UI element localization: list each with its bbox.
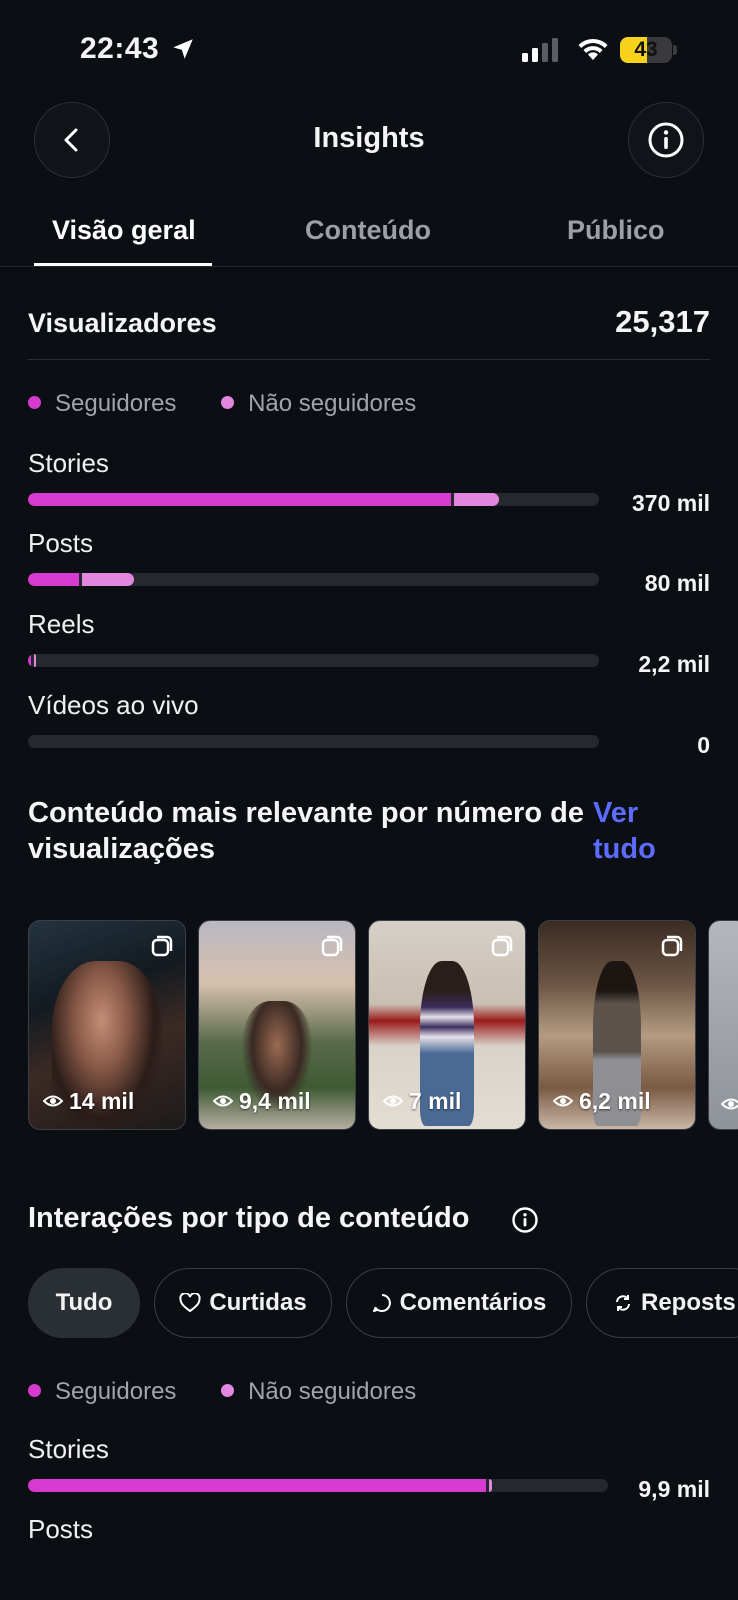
- bar-value: 370 mil: [632, 490, 710, 516]
- bar-value: 2,2 mil: [638, 651, 710, 677]
- content-thumbnail[interactable]: 9,4 mil: [198, 920, 356, 1130]
- followers-dot: [28, 396, 41, 410]
- battery-indicator: 43: [620, 37, 672, 63]
- followers-segment: [28, 654, 31, 667]
- tab-overview[interactable]: Visão geral: [52, 215, 196, 246]
- eye-icon: [552, 1095, 574, 1107]
- top-nav: Insights: [0, 100, 738, 180]
- bar-track: [28, 735, 599, 748]
- viewers-header: Visualizadores 25,317: [28, 300, 710, 360]
- view-count-text: 7 mil: [409, 1088, 462, 1114]
- filter-likes[interactable]: Curtidas: [154, 1268, 332, 1338]
- non-followers-segment: [489, 1479, 493, 1492]
- eye-icon: [721, 1098, 738, 1110]
- bar-track: [28, 493, 599, 506]
- heart-icon: [179, 1293, 201, 1313]
- viewers-row-live: Vídeos ao vivo 0: [28, 690, 710, 770]
- info-icon[interactable]: [511, 1206, 539, 1234]
- tab-content[interactable]: Conteúdo: [305, 215, 431, 246]
- bar-label: Vídeos ao vivo: [28, 690, 199, 720]
- non-followers-dot: [221, 396, 235, 410]
- content-thumbnail[interactable]: 14 mil: [28, 920, 186, 1130]
- view-count-text: 14 mil: [69, 1088, 135, 1114]
- legend-non-followers: Não seguidores: [248, 390, 417, 417]
- bar-value: 0: [697, 732, 710, 758]
- tab-audience[interactable]: Público: [567, 215, 665, 246]
- repost-icon: [616, 1295, 630, 1311]
- followers-segment: [28, 573, 80, 586]
- bar-label: Posts: [28, 1514, 94, 1544]
- legend-non-followers: Não seguidores: [248, 1378, 417, 1405]
- see-all-link[interactable]: Ver tudo: [593, 795, 683, 867]
- view-count: 14 mil: [42, 1088, 135, 1115]
- interaction-filters: Tudo Curtidas Comentários Reposts: [28, 1268, 738, 1340]
- info-icon: [648, 122, 684, 158]
- view-count: 7 mil: [382, 1088, 462, 1115]
- bar-value: 80 mil: [644, 570, 710, 596]
- filter-likes-label: Curtidas: [209, 1289, 307, 1316]
- view-count: 6,2 mil: [552, 1088, 651, 1115]
- carousel-icon: [661, 935, 683, 957]
- bar-label: Stories: [28, 1434, 109, 1464]
- content-thumbnail-partial[interactable]: [708, 920, 738, 1130]
- non-followers-segment: [82, 573, 134, 586]
- bar-track: [28, 573, 599, 586]
- eye-icon: [212, 1095, 234, 1107]
- viewers-row-stories: Stories 370 mil: [28, 448, 710, 528]
- viewers-total: 25,317: [615, 304, 710, 339]
- content-thumbnail[interactable]: 7 mil: [368, 920, 526, 1130]
- eye-icon: [382, 1095, 404, 1107]
- content-carousel[interactable]: 14 mil 9,4 mil 7 mil 6,2 mil: [28, 920, 738, 1132]
- legend-followers: Seguidores: [55, 390, 177, 417]
- interactions-legend: Seguidores Não seguidores: [28, 1378, 454, 1408]
- carousel-icon: [491, 935, 513, 957]
- location-arrow-icon: [173, 39, 193, 59]
- most-relevant-title: Conteúdo mais relevante por número de vi…: [28, 797, 584, 865]
- wifi-icon: [578, 38, 608, 60]
- view-count: 9,4 mil: [212, 1088, 311, 1115]
- non-followers-segment: [453, 493, 500, 506]
- bar-label: Stories: [28, 448, 109, 478]
- followers-dot: [28, 1384, 41, 1398]
- tab-bar: Visão geral Conteúdo Público: [0, 205, 738, 267]
- carousel-icon: [321, 935, 343, 957]
- followers-segment: [28, 493, 451, 506]
- active-tab-indicator: [34, 263, 212, 266]
- bar-track: [28, 654, 599, 667]
- bar-track: [28, 1479, 608, 1492]
- content-thumbnail[interactable]: 6,2 mil: [538, 920, 696, 1130]
- interactions-title: Interações por tipo de conteúdo: [28, 1202, 470, 1234]
- bar-label: Posts: [28, 528, 94, 558]
- carousel-icon: [151, 935, 173, 957]
- filter-comments[interactable]: Comentários: [346, 1268, 572, 1338]
- view-count-text: 6,2 mil: [579, 1088, 651, 1114]
- viewers-legend: Seguidores Não seguidores: [28, 390, 454, 420]
- comment-icon: [372, 1294, 391, 1312]
- cellular-signal-icon: [522, 38, 558, 62]
- legend-followers: Seguidores: [55, 1378, 177, 1405]
- status-bar: 22:43 43: [0, 0, 738, 100]
- viewers-row-reels: Reels 2,2 mil: [28, 609, 710, 689]
- viewers-label: Visualizadores: [28, 308, 217, 338]
- filter-all-label: Tudo: [55, 1289, 113, 1316]
- viewers-row-posts: Posts 80 mil: [28, 528, 710, 608]
- status-time: 22:43: [80, 32, 160, 65]
- interactions-row-posts: Posts: [28, 1514, 710, 1594]
- view-count-text: 9,4 mil: [239, 1088, 311, 1114]
- filter-all[interactable]: Tudo: [28, 1268, 140, 1338]
- filter-reposts[interactable]: Reposts: [586, 1268, 738, 1338]
- eye-icon: [42, 1095, 64, 1107]
- battery-level: 43: [634, 38, 658, 61]
- filter-reposts-label: Reposts: [641, 1289, 736, 1316]
- bar-label: Reels: [28, 609, 95, 639]
- interactions-row-stories: Stories 9,9 mil: [28, 1434, 710, 1514]
- bar-value: 9,9 mil: [638, 1476, 710, 1502]
- non-followers-segment: [33, 654, 36, 667]
- non-followers-dot: [221, 1384, 235, 1398]
- info-button[interactable]: [628, 102, 704, 178]
- filter-comments-label: Comentários: [399, 1289, 547, 1316]
- followers-segment: [28, 1479, 487, 1492]
